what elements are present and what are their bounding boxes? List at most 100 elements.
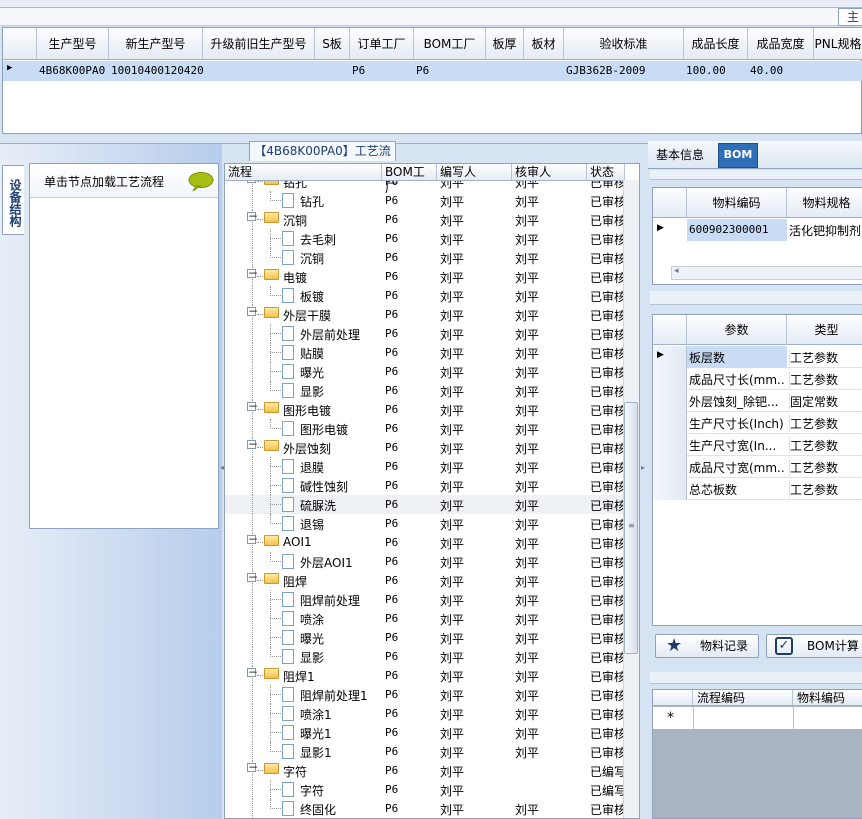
cell-model[interactable]: 4B68K00PA0 bbox=[39, 64, 105, 77]
cell-type[interactable]: 工艺参数 bbox=[789, 349, 862, 366]
cell-param[interactable]: 生产尺寸宽(In... bbox=[689, 437, 785, 454]
flow-tree-row[interactable]: − AOI1 P6 刘平 刘平 已审核 bbox=[225, 533, 623, 552]
tab-main[interactable]: 主表 bbox=[838, 8, 862, 40]
col-header[interactable]: S板 bbox=[315, 28, 350, 60]
table-row[interactable]: ▶ 板层数 工艺参数 bbox=[653, 346, 862, 368]
cell-param[interactable]: 生产尺寸长(Inch) bbox=[689, 415, 785, 432]
col-header[interactable]: 新生产型号 bbox=[109, 28, 203, 60]
cell-acceptance[interactable]: GJB362B-2009 bbox=[566, 64, 645, 77]
col-header-material-code[interactable]: 物料编码 bbox=[793, 690, 862, 706]
param-grid[interactable]: 参数 类型 ▶ 板层数 工艺参数 成品尺寸长(mm... 工艺参数 外层蚀刻_除钯... 固… bbox=[652, 314, 862, 626]
table-row[interactable]: 总芯板数 工艺参数 bbox=[653, 478, 862, 500]
cell-type[interactable]: 工艺参数 bbox=[789, 415, 862, 432]
cell-new-model[interactable]: 10010400120420 bbox=[111, 64, 204, 77]
cell-param[interactable]: 成品尺寸长(mm... bbox=[689, 371, 785, 388]
row-selector[interactable] bbox=[653, 368, 687, 390]
collapse-icon[interactable]: − bbox=[247, 533, 258, 545]
col-header[interactable]: PNL规格 bbox=[814, 28, 862, 60]
flow-tree-row[interactable]: 曝光1 P6 刘平 刘平 已审核 bbox=[225, 723, 623, 742]
bom-calc-button[interactable]: ✓ BOM计算 bbox=[766, 634, 862, 658]
material-record-button[interactable]: ★ 物料记录 bbox=[655, 634, 759, 658]
flow-tree-row[interactable]: 板镀 P6 刘平 刘平 已审核 bbox=[225, 286, 623, 305]
flow-tree-row[interactable]: − 图形电镀 P6 刘平 刘平 已审核 bbox=[225, 400, 623, 419]
cell-material-spec[interactable]: 活化钯抑制剂 bbox=[789, 222, 862, 239]
cell-width[interactable]: 40.00 bbox=[750, 64, 783, 77]
flow-tree-row[interactable]: 沉铜 P6 刘平 刘平 已审核 bbox=[225, 248, 623, 267]
col-header-param[interactable]: 参数 bbox=[687, 315, 787, 345]
cell-type[interactable]: 工艺参数 bbox=[789, 481, 862, 498]
bom-grid[interactable]: 物料编码 物料规格 ▶ 600902300001 活化钯抑制剂 ◂ bbox=[652, 187, 862, 285]
table-row[interactable]: 成品尺寸长(mm... 工艺参数 bbox=[653, 368, 862, 390]
table-row[interactable]: 成品尺寸宽(mm... 工艺参数 bbox=[653, 456, 862, 478]
flow-tree-row[interactable]: 显影 P6 刘平 刘平 已审核 bbox=[225, 381, 623, 400]
cell-param[interactable]: 板层数 bbox=[689, 349, 785, 366]
col-header-author[interactable]: 编写人 bbox=[437, 164, 512, 181]
cell-bom-factory[interactable]: P6 bbox=[416, 64, 429, 77]
cell-order-factory[interactable]: P6 bbox=[352, 64, 365, 77]
col-header[interactable]: 订单工厂 bbox=[350, 28, 414, 60]
collapse-icon[interactable]: − bbox=[247, 666, 258, 678]
flow-tree-row[interactable]: 喷涂 P6 刘平 刘平 已审核 bbox=[225, 609, 623, 628]
table-row[interactable]: 生产尺寸长(Inch) 工艺参数 bbox=[653, 412, 862, 434]
bom-hscrollbar[interactable]: ◂ bbox=[671, 266, 862, 280]
cell-type[interactable]: 工艺参数 bbox=[789, 459, 862, 476]
collapse-icon[interactable]: − bbox=[247, 438, 258, 450]
flow-tree-row[interactable]: 喷涂1 P6 刘平 刘平 已审核 bbox=[225, 704, 623, 723]
flow-tree-row[interactable]: − 外层干膜 P6 刘平 刘平 已审核 bbox=[225, 305, 623, 324]
cell-param[interactable]: 成品尺寸宽(mm... bbox=[689, 459, 785, 476]
collapse-right-handle[interactable]: ▸ bbox=[641, 463, 647, 473]
collapse-icon[interactable]: − bbox=[247, 305, 258, 317]
cell-param[interactable]: 外层蚀刻_除钯... bbox=[689, 393, 785, 410]
col-header-flow[interactable]: 流程 bbox=[225, 164, 382, 181]
cell-param[interactable]: 总芯板数 bbox=[689, 481, 785, 498]
process-flow-tree[interactable]: 流程 BOM工厂 编写人 核审人 状态 −钻孔P6刘平刘平已审核钻孔P6刘平刘平… bbox=[224, 163, 640, 819]
col-header[interactable]: 成品宽度 bbox=[748, 28, 814, 60]
tab-basic-info[interactable]: 基本信息 bbox=[650, 143, 710, 168]
flow-tree-row[interactable]: 字符 P6 刘平 已编写 bbox=[225, 780, 623, 799]
col-header[interactable]: 生产型号 bbox=[37, 28, 109, 60]
flow-tree-row[interactable]: 阻焊前处理1 P6 刘平 刘平 已审核 bbox=[225, 685, 623, 704]
col-header[interactable]: BOM工厂 bbox=[414, 28, 486, 60]
row-selector[interactable] bbox=[653, 434, 687, 456]
flow-tree-row[interactable]: − 阻焊1 P6 刘平 刘平 已审核 bbox=[225, 666, 623, 685]
flow-material-grid[interactable]: 流程编码 物料编码 * bbox=[652, 689, 862, 819]
col-header-reviewer[interactable]: 核审人 bbox=[512, 164, 587, 181]
collapse-icon[interactable]: − bbox=[247, 761, 258, 773]
cell-type[interactable]: 固定常数 bbox=[789, 393, 862, 410]
flow-tree-row[interactable]: 碱性蚀刻 P6 刘平 刘平 已审核 bbox=[225, 476, 623, 495]
col-header-flow-code[interactable]: 流程编码 bbox=[693, 690, 793, 706]
flow-tree-row[interactable]: − 钻孔 P6 刘平 刘平 已审核 bbox=[225, 181, 623, 191]
row-selector[interactable] bbox=[653, 412, 687, 434]
production-model-grid[interactable]: 生产型号 新生产型号 升级前旧生产型号 S板 订单工厂 BOM工厂 板厚 板材 … bbox=[2, 27, 862, 134]
flow-tree-row[interactable]: 钻孔 P6 刘平 刘平 已审核 bbox=[225, 191, 623, 210]
flow-tree-row[interactable]: 去毛刺 P6 刘平 刘平 已审核 bbox=[225, 229, 623, 248]
col-header[interactable]: 升级前旧生产型号 bbox=[203, 28, 315, 60]
flow-tree-row[interactable]: 终固化 P6 刘平 刘平 已审核 bbox=[225, 799, 623, 818]
flow-tree-row[interactable]: 外层AOI1 P6 刘平 刘平 已审核 bbox=[225, 552, 623, 571]
col-header[interactable]: 成品长度 bbox=[684, 28, 748, 60]
flow-tree-row[interactable]: 退膜 P6 刘平 刘平 已审核 bbox=[225, 457, 623, 476]
col-header-material-spec[interactable]: 物料规格 bbox=[787, 188, 862, 218]
device-tree-panel[interactable]: 单击节点加载工艺流程 bbox=[29, 163, 219, 529]
cell-type[interactable]: 工艺参数 bbox=[789, 371, 862, 388]
flow-tree-row[interactable]: 图形电镀 P6 刘平 刘平 已审核 bbox=[225, 419, 623, 438]
flow-tree-row[interactable]: − 沉铜 P6 刘平 刘平 已审核 bbox=[225, 210, 623, 229]
flow-tree-row[interactable]: − 外层蚀刻 P6 刘平 刘平 已审核 bbox=[225, 438, 623, 457]
row-selector[interactable] bbox=[653, 456, 687, 478]
table-row[interactable]: 外层蚀刻_除钯... 固定常数 bbox=[653, 390, 862, 412]
flow-tree-row[interactable]: − 字符 P6 刘平 已编写 bbox=[225, 761, 623, 780]
col-header-type[interactable]: 类型 bbox=[787, 315, 862, 345]
table-row[interactable]: ▶ 600902300001 活化钯抑制剂 bbox=[653, 219, 862, 241]
col-header-status[interactable]: 状态 bbox=[587, 164, 625, 181]
row-selector[interactable] bbox=[653, 390, 687, 412]
flow-tree-row[interactable]: 退锡 P6 刘平 刘平 已审核 bbox=[225, 514, 623, 533]
flow-tree-row[interactable]: 贴膜 P6 刘平 刘平 已审核 bbox=[225, 343, 623, 362]
flow-tree-row[interactable]: 阻焊前处理 P6 刘平 刘平 已审核 bbox=[225, 590, 623, 609]
flow-tree-row[interactable]: 曝光 P6 刘平 刘平 已审核 bbox=[225, 628, 623, 647]
collapse-icon[interactable]: − bbox=[247, 210, 258, 222]
col-header[interactable]: 验收标准 bbox=[564, 28, 684, 60]
tab-device-structure[interactable]: 设备结构 bbox=[2, 165, 24, 235]
collapse-icon[interactable]: − bbox=[247, 267, 258, 279]
table-row[interactable]: 生产尺寸宽(In... 工艺参数 bbox=[653, 434, 862, 456]
collapse-icon[interactable]: − bbox=[247, 181, 258, 184]
